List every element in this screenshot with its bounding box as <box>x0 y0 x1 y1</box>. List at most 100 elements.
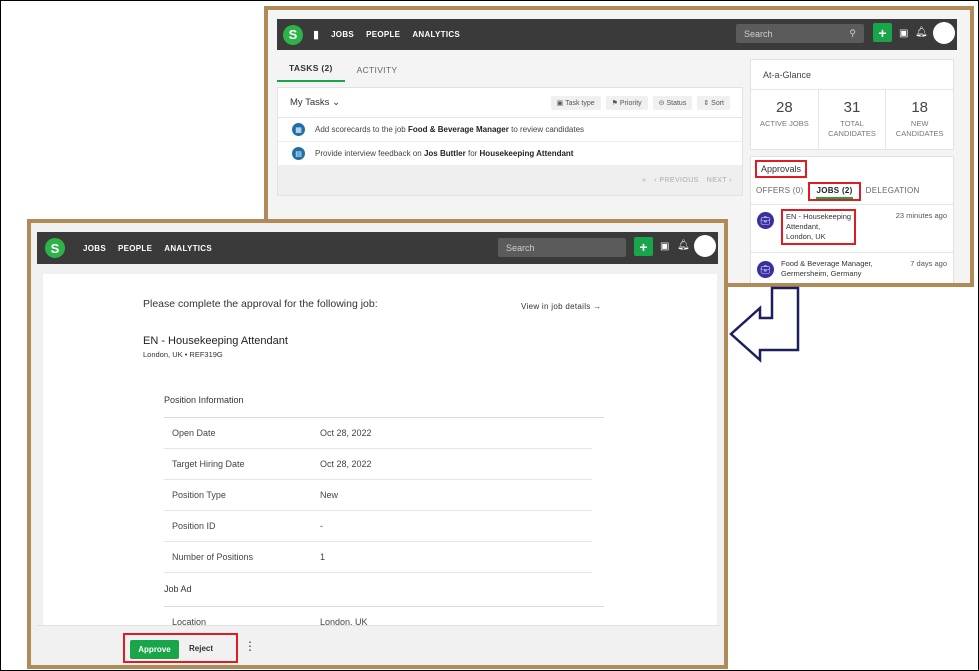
approval-content: Please complete the approval for the fol… <box>43 274 717 627</box>
approval-time: 23 minutes ago <box>895 211 947 220</box>
filter-label: Task type <box>565 99 595 107</box>
job-title: EN - Housekeeping Attendant <box>143 335 288 347</box>
previous-page-button[interactable]: ‹ PREVIOUS <box>654 177 698 184</box>
app-logo[interactable]: S <box>283 24 303 45</box>
filter-label: Sort <box>711 99 724 107</box>
detail-row: Position Type New <box>164 479 592 510</box>
add-button[interactable]: + <box>873 23 892 42</box>
approval-item-text: EN - Housekeeping Attendant, London, UK <box>781 209 857 246</box>
reject-button[interactable]: Reject <box>189 644 213 653</box>
detail-row: Target Hiring Date Oct 28, 2022 <box>164 448 592 479</box>
stat-new-candidates[interactable]: 18 NEW CANDIDATES <box>886 90 953 150</box>
approval-actions: Approve Reject <box>123 633 238 663</box>
scorecard-icon: ▦ <box>292 123 305 136</box>
stat-label: NEW CANDIDATES <box>895 119 944 138</box>
search-placeholder: Search <box>744 28 773 39</box>
filter-task-type[interactable]: ▣ Task type <box>550 95 601 110</box>
tasks-header: My Tasks ⌄ ▣ Task type ⚑ Priority ⊝ Stat… <box>278 88 742 118</box>
chevron-down-icon: ⌄ <box>332 97 341 108</box>
stats-row: 28 ACTIVE JOBS 31 TOTAL CANDIDATES 18 NEW… <box>751 90 953 150</box>
app-logo[interactable]: S <box>45 238 65 258</box>
task-item[interactable]: ▦ Add scorecards to the job Food & Bever… <box>278 118 742 142</box>
tasks-pager: « ‹ PREVIOUS NEXT › <box>278 166 742 195</box>
approvals-title: Approvals <box>755 160 808 178</box>
bell-icon[interactable]: 🔔︎ <box>915 27 928 38</box>
search-input[interactable]: Search ⚲ <box>736 24 864 43</box>
stat-active-jobs[interactable]: 28 ACTIVE JOBS <box>751 90 819 150</box>
stat-value: 28 <box>775 99 793 116</box>
approval-screenshot: S JOBS PEOPLE ANALYTICS Search + ▣ 🔔︎ Pl… <box>27 219 728 669</box>
task-filters: ▣ Task type ⚑ Priority ⊝ Status ⇕ Sort <box>550 95 730 110</box>
next-page-button[interactable]: NEXT › <box>707 177 732 184</box>
filter-status[interactable]: ⊝ Status <box>652 95 693 110</box>
detail-label: Position ID <box>172 521 216 531</box>
tab-tasks[interactable]: TASKS (2) <box>277 63 345 82</box>
section-title-job-ad: Job Ad <box>164 584 192 594</box>
nav-people[interactable]: PEOPLE <box>366 30 400 39</box>
detail-value: 1 <box>320 552 326 562</box>
detail-value: Oct 28, 2022 <box>320 459 372 469</box>
nav-jobs[interactable]: JOBS <box>83 244 106 253</box>
filter-label: Status <box>666 99 687 107</box>
tab-activity[interactable]: ACTIVITY <box>345 65 410 82</box>
my-tasks-dropdown[interactable]: My Tasks ⌄ <box>290 97 340 108</box>
task-text: Provide interview feedback on Jos Buttle… <box>315 149 574 158</box>
tab-jobs-label: JOBS (2) <box>816 186 853 199</box>
detail-row: Open Date Oct 28, 2022 <box>164 417 604 448</box>
briefcase-icon: 💼︎ <box>757 212 774 229</box>
stat-total-candidates[interactable]: 31 TOTAL CANDIDATES <box>819 90 887 150</box>
stat-label: TOTAL CANDIDATES <box>828 119 876 138</box>
my-tasks-label: My Tasks <box>290 97 330 108</box>
stat-value: 18 <box>911 99 929 116</box>
more-options-icon[interactable]: ⋮ <box>244 640 256 652</box>
flow-arrow-icon <box>729 286 800 363</box>
nav-people[interactable]: PEOPLE <box>118 244 152 253</box>
approval-item[interactable]: 💼︎ EN - Housekeeping Attendant, London, … <box>751 204 953 252</box>
add-button[interactable]: + <box>634 237 653 256</box>
bell-icon[interactable]: 🔔︎ <box>677 240 690 251</box>
filter-sort[interactable]: ⇕ Sort <box>697 95 730 110</box>
detail-label: Position Type <box>172 490 226 500</box>
at-a-glance-title: At-a-Glance <box>751 60 953 90</box>
approvals-card: Approvals OFFERS (0) JOBS (2) DELEGATION… <box>750 156 954 283</box>
search-icon: ⚲ <box>849 28 856 38</box>
stat-label: ACTIVE JOBS <box>759 119 809 128</box>
detail-value: New <box>320 490 339 500</box>
approval-item[interactable]: 💼︎ Food & Beverage Manager, Germersheim,… <box>751 252 953 283</box>
detail-row-divider <box>164 572 592 573</box>
avatar[interactable] <box>694 235 716 257</box>
dashboard-tabs: TASKS (2) ACTIVITY <box>277 56 743 82</box>
tab-delegation[interactable]: DELEGATION <box>861 182 925 201</box>
nav-jobs[interactable]: JOBS <box>331 30 354 39</box>
filter-priority[interactable]: ⚑ Priority <box>605 95 648 110</box>
page-title: Please complete the approval for the fol… <box>143 298 378 310</box>
briefcase-icon: 💼︎ <box>757 261 774 278</box>
approvals-tabs: OFFERS (0) JOBS (2) DELEGATION <box>751 182 925 201</box>
search-placeholder: Search <box>506 242 535 253</box>
filter-label: Priority <box>619 99 642 107</box>
detail-value: - <box>320 521 323 531</box>
detail-row: Number of Positions 1 <box>164 541 592 572</box>
nav-analytics[interactable]: ANALYTICS <box>164 244 212 253</box>
first-page-icon[interactable]: « <box>642 177 646 184</box>
task-text: Add scorecards to the job Food & Beverag… <box>315 125 585 134</box>
bookmark-icon[interactable]: ▮ <box>313 28 319 41</box>
action-footer: Approve Reject ⋮ <box>37 625 720 665</box>
top-navbar: S ▮ JOBS PEOPLE ANALYTICS Search ⚲ + ▣ 🔔… <box>277 19 957 50</box>
nav-analytics[interactable]: ANALYTICS <box>412 30 460 39</box>
top-navbar: S JOBS PEOPLE ANALYTICS Search + ▣ 🔔︎ <box>37 232 718 264</box>
inbox-icon[interactable]: ▣ <box>660 241 669 252</box>
stat-value: 31 <box>843 99 861 116</box>
link-label: View in job details <box>521 302 591 311</box>
avatar[interactable] <box>933 22 955 44</box>
approval-item-text: Food & Beverage Manager, Germersheim, Ge… <box>781 259 873 279</box>
tab-offers[interactable]: OFFERS (0) <box>751 182 808 201</box>
tab-jobs[interactable]: JOBS (2) <box>808 182 861 201</box>
approve-button[interactable]: Approve <box>130 640 179 659</box>
approval-time: 7 days ago <box>910 259 947 268</box>
detail-label: Target Hiring Date <box>172 459 245 469</box>
task-item[interactable]: ▤ Provide interview feedback on Jos Butt… <box>278 142 742 166</box>
view-job-details-link[interactable]: View in job details → <box>521 302 601 311</box>
search-input[interactable]: Search <box>498 238 626 257</box>
inbox-icon[interactable]: ▣ <box>899 28 908 39</box>
